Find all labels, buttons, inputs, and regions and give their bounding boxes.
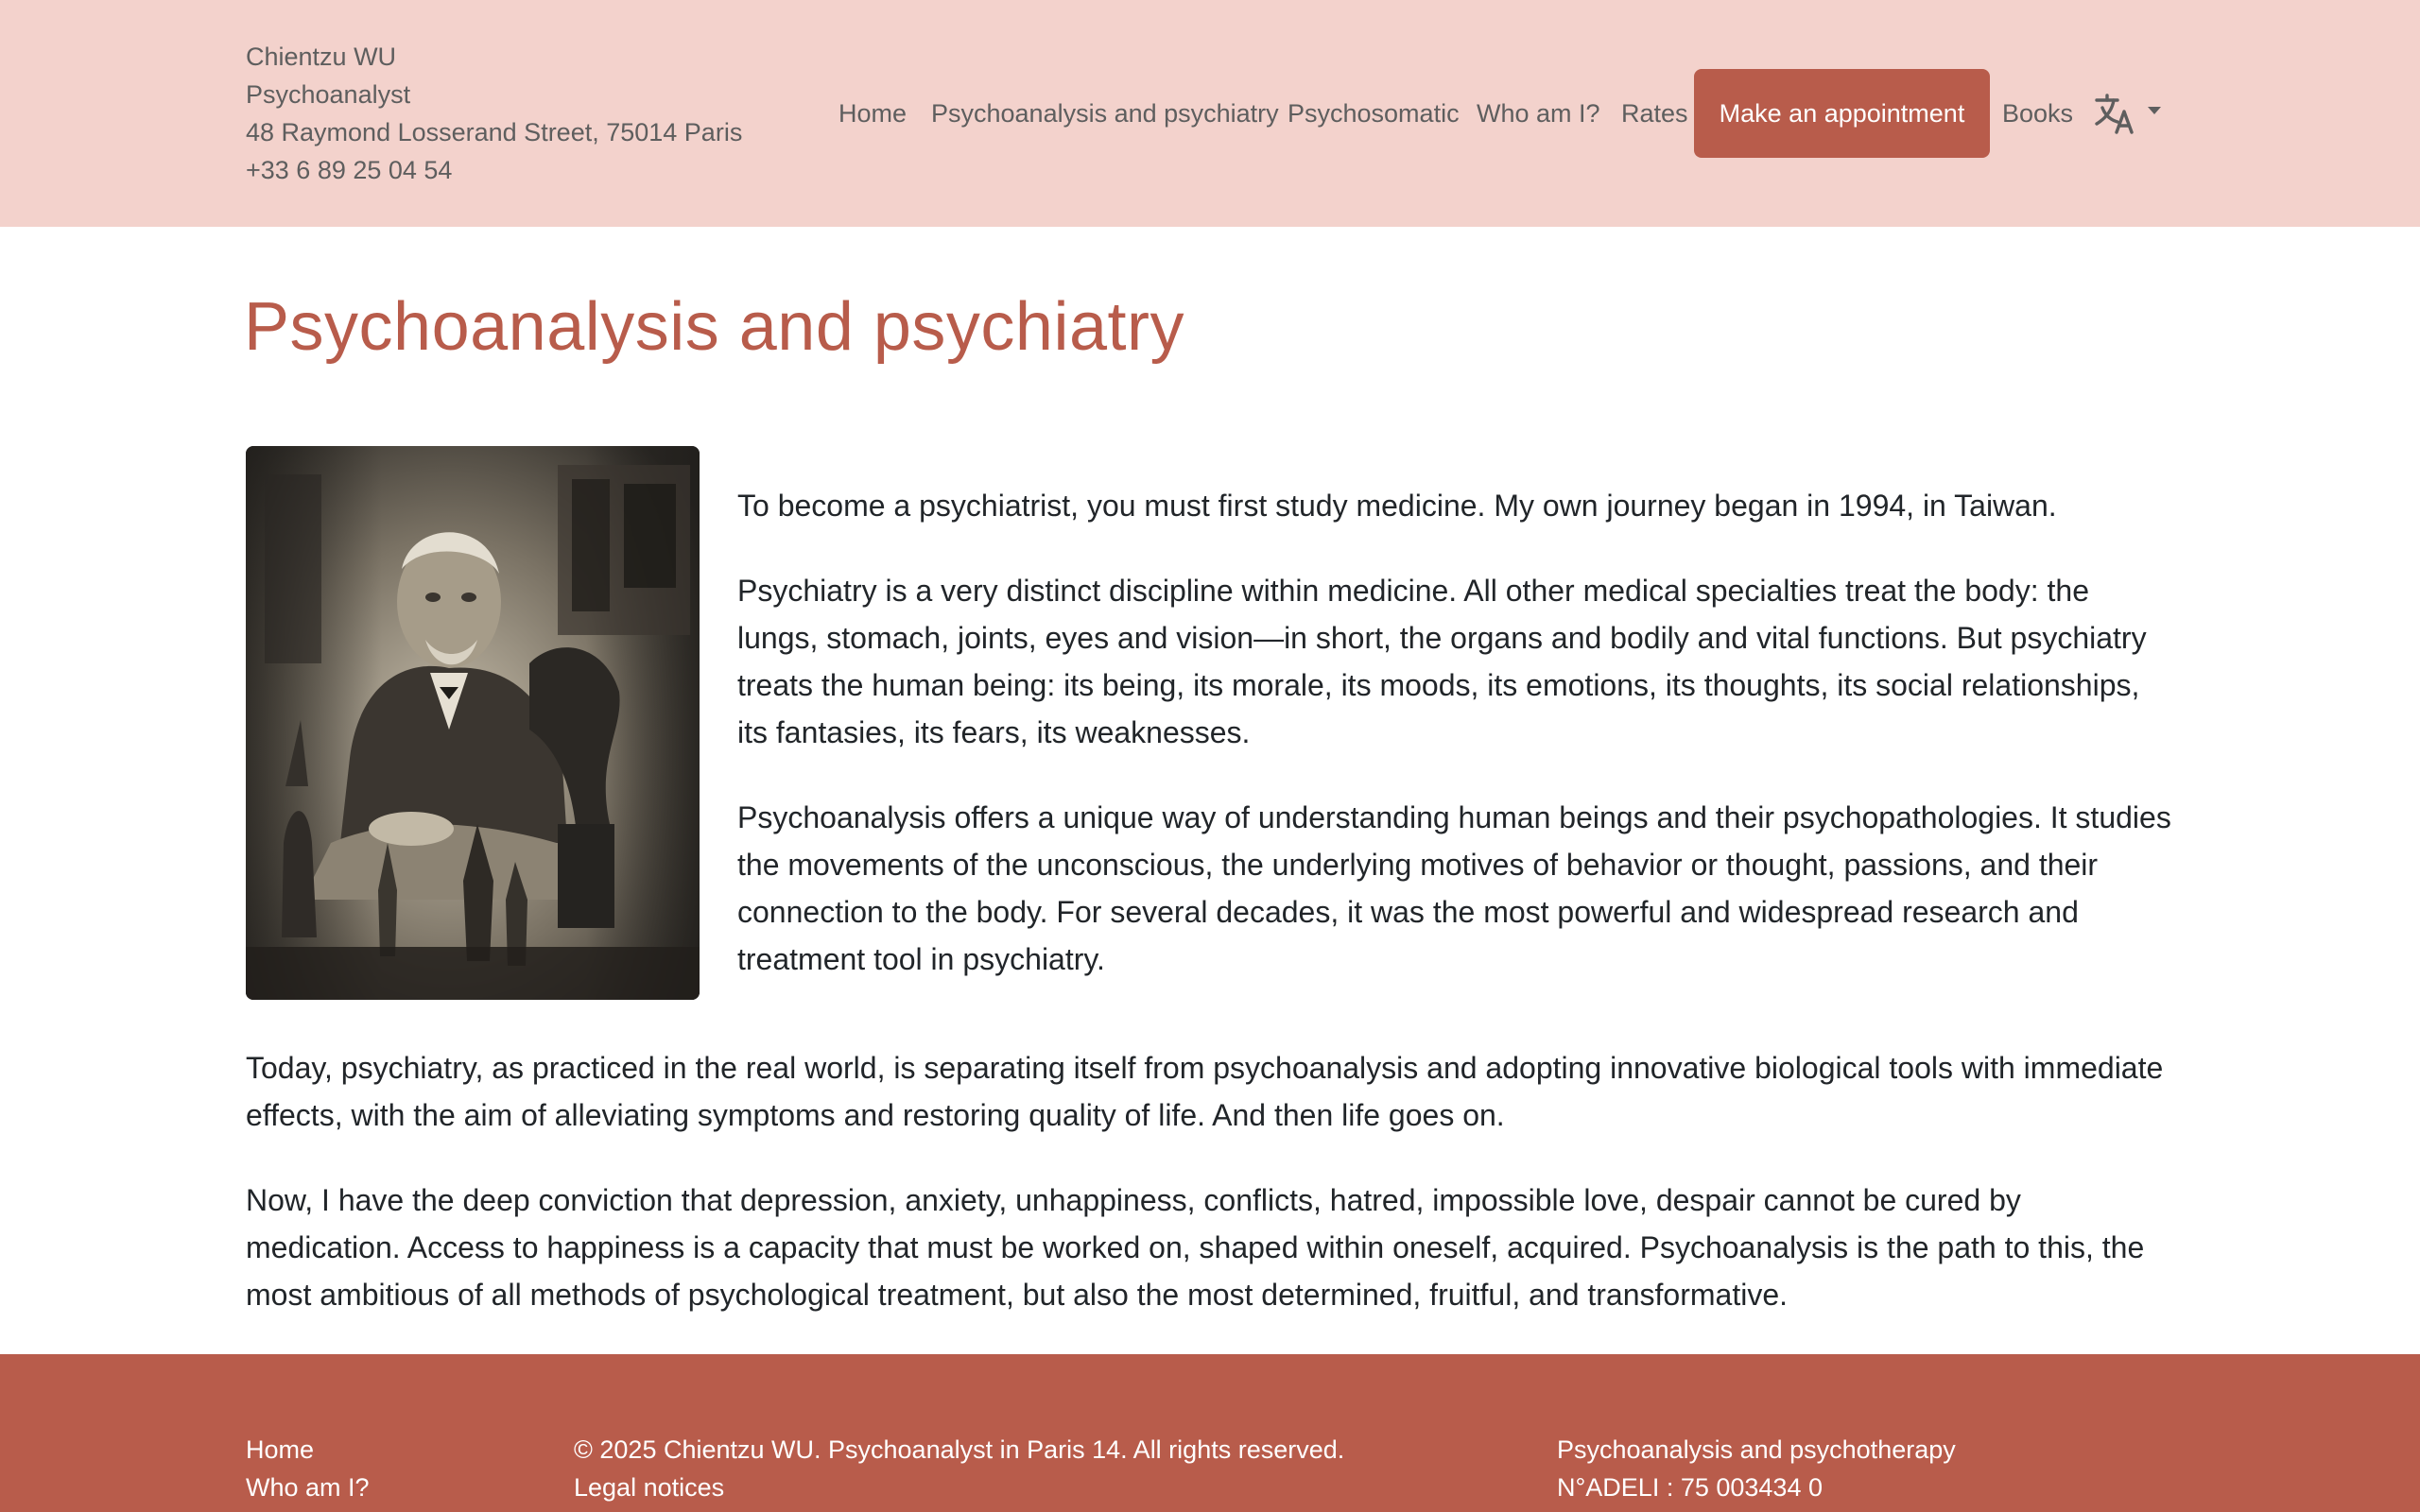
practitioner-profession: Psychoanalyst — [246, 80, 411, 109]
translate-icon — [2095, 94, 2161, 134]
practice-address: 48 Raymond Losserand Street, 75014 Paris — [246, 118, 743, 146]
nav-rates[interactable]: Rates — [1621, 69, 1688, 159]
practice-phone[interactable]: +33 6 89 25 04 54 — [246, 151, 742, 189]
nav-home[interactable]: Home — [838, 69, 907, 159]
footer-link-home[interactable]: Home — [246, 1431, 314, 1469]
chevron-down-icon — [2148, 107, 2161, 114]
site-footer: Home Who am I? © 2025 Chientzu WU. Psych… — [0, 1354, 2420, 1512]
today-paragraph: Today, psychiatry, as practiced in the r… — [246, 1051, 2164, 1132]
psychiatry-paragraph: Psychiatry is a very distinct discipline… — [737, 574, 2147, 749]
footer-tagline: Psychoanalysis and psychotherapy — [1557, 1435, 1956, 1464]
practitioner-name: Chientzu WU — [246, 43, 397, 71]
footer-link-who-am-i[interactable]: Who am I? — [246, 1469, 370, 1506]
page-title: Psychoanalysis and psychiatry — [244, 289, 1184, 365]
conviction-paragraph: Now, I have the deep conviction that dep… — [246, 1183, 2145, 1312]
language-dropdown[interactable] — [2093, 93, 2165, 140]
intro-paragraph: To become a psychiatrist, you must first… — [737, 489, 2057, 523]
footer-copyright: © 2025 Chientzu WU. Psychoanalyst in Par… — [574, 1435, 1345, 1464]
nav-psychoanalysis-psychiatry[interactable]: Psychoanalysis and psychiatry — [931, 69, 1279, 159]
site-header: Chientzu WU Psychoanalyst 48 Raymond Los… — [0, 0, 2420, 227]
psychoanalysis-paragraph: Psychoanalysis offers a unique way of un… — [737, 800, 2171, 976]
footer-adeli-number: N°ADELI : 75 003434 0 — [1557, 1473, 1823, 1502]
footer-legal-notices[interactable]: Legal notices — [574, 1469, 724, 1506]
contact-block: Chientzu WU Psychoanalyst 48 Raymond Los… — [246, 38, 742, 189]
nav-psychosomatic[interactable]: Psychosomatic — [1288, 69, 1460, 159]
make-appointment-button[interactable]: Make an appointment — [1694, 69, 1990, 158]
portrait-image — [246, 446, 700, 1000]
nav-who-am-i[interactable]: Who am I? — [1477, 69, 1600, 159]
nav-books[interactable]: Books — [2002, 69, 2073, 159]
